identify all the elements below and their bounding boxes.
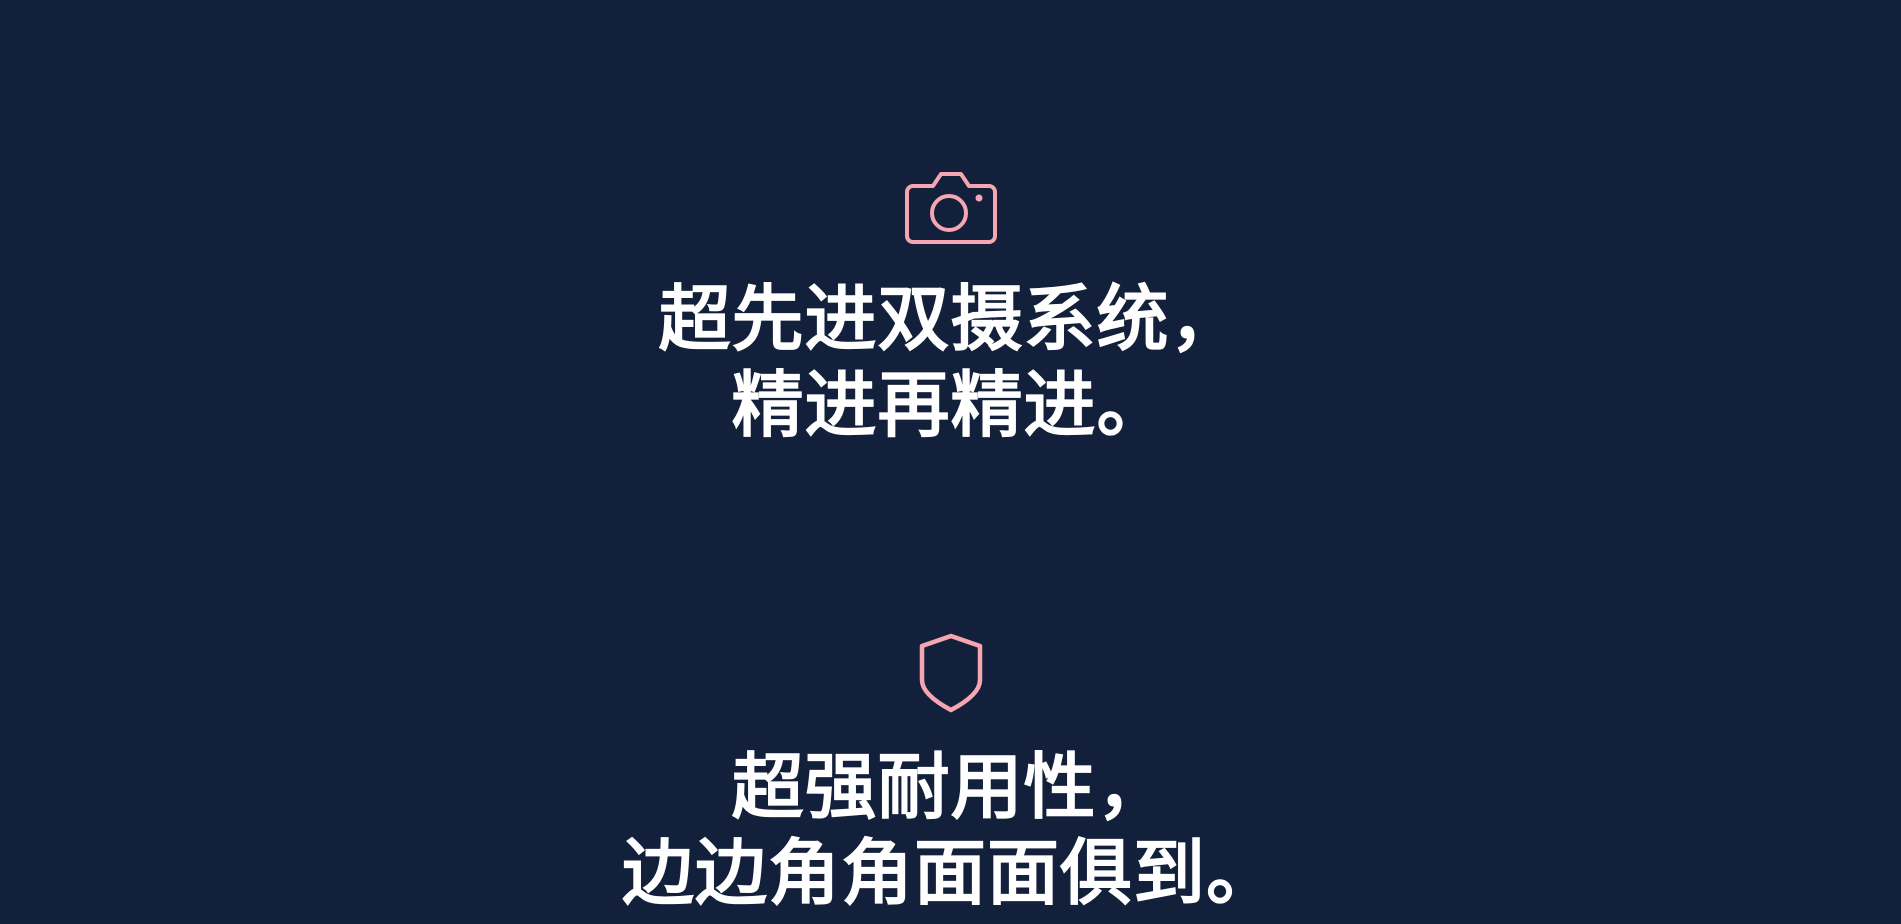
headline-line-2: 精进再精进。: [731, 363, 1170, 447]
headline-line-1: 超先进双摄系统，: [658, 277, 1243, 361]
feature-durability: 超强耐用性， 边边角角面面俱到。: [0, 632, 1901, 916]
shield-icon: [0, 632, 1901, 714]
headline-line-2: 边边角角面面俱到。: [621, 831, 1279, 915]
camera-icon: [0, 170, 1901, 246]
feature-camera-system: 超先进双摄系统， 精进再精进。: [0, 170, 1901, 448]
feature-headline: 超强耐用性， 边边角角面面俱到。: [0, 744, 1901, 916]
feature-headline: 超先进双摄系统， 精进再精进。: [0, 276, 1901, 448]
page: 超先进双摄系统， 精进再精进。 超强耐用性， 边边角角面面俱到。: [0, 0, 1901, 924]
headline-line-1: 超强耐用性，: [731, 745, 1170, 829]
